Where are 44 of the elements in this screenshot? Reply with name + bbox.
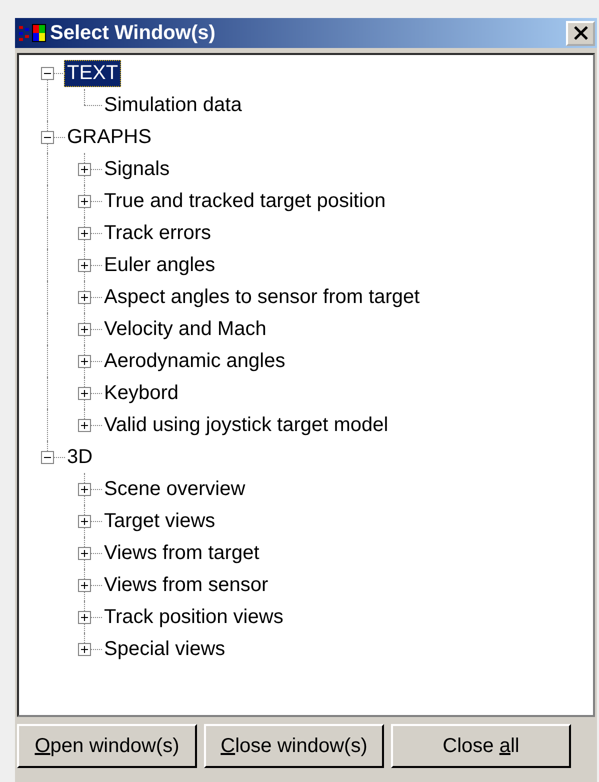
expand-icon[interactable]: [78, 579, 91, 592]
tree-item[interactable]: GRAPHS: [64, 124, 154, 150]
close-icon: [572, 26, 588, 40]
expand-icon[interactable]: [78, 195, 91, 208]
expand-icon[interactable]: [78, 227, 91, 240]
expand-icon[interactable]: [78, 355, 91, 368]
expand-icon[interactable]: [78, 323, 91, 336]
expand-icon[interactable]: [78, 643, 91, 656]
dialog-button[interactable]: Close window(s): [204, 724, 384, 768]
expand-icon[interactable]: [78, 387, 91, 400]
app-icon: [18, 22, 48, 44]
expand-icon[interactable]: [78, 547, 91, 560]
dialog-button[interactable]: Open window(s): [17, 724, 197, 768]
tree-item[interactable]: Euler angles: [101, 252, 218, 278]
tree-item[interactable]: Simulation data: [101, 92, 245, 118]
tree-item[interactable]: True and tracked target position: [101, 188, 389, 214]
tree-item[interactable]: Velocity and Mach: [101, 316, 270, 342]
expand-icon[interactable]: [78, 419, 91, 432]
collapse-icon[interactable]: [41, 67, 54, 80]
window-title: Select Window(s): [50, 22, 216, 44]
expand-icon[interactable]: [78, 483, 91, 496]
tree-item[interactable]: Views from sensor: [101, 572, 272, 598]
close-button[interactable]: [566, 20, 595, 46]
tree-item[interactable]: Aerodynamic angles: [101, 348, 288, 374]
expand-icon[interactable]: [78, 515, 91, 528]
tree-item[interactable]: 3D: [64, 444, 96, 470]
tree-item[interactable]: Scene overview: [101, 476, 248, 502]
tree-item[interactable]: Keybord: [101, 380, 182, 406]
tree-item[interactable]: Views from target: [101, 540, 262, 566]
tree-item[interactable]: Signals: [101, 156, 173, 182]
tree-item[interactable]: TEXT: [64, 60, 122, 86]
dialog-button[interactable]: Close all: [391, 724, 571, 768]
collapse-icon[interactable]: [41, 451, 54, 464]
tree-item[interactable]: Special views: [101, 636, 228, 662]
tree-item[interactable]: Valid using joystick target model: [101, 412, 392, 438]
tree-item[interactable]: Aspect angles to sensor from target: [101, 284, 423, 310]
expand-icon[interactable]: [78, 611, 91, 624]
collapse-icon[interactable]: [41, 131, 54, 144]
tree-item[interactable]: Track errors: [101, 220, 214, 246]
expand-icon[interactable]: [78, 259, 91, 272]
tree-item[interactable]: Track position views: [101, 604, 286, 630]
expand-icon[interactable]: [78, 291, 91, 304]
tree-item[interactable]: Target views: [101, 508, 218, 534]
expand-icon[interactable]: [78, 163, 91, 176]
